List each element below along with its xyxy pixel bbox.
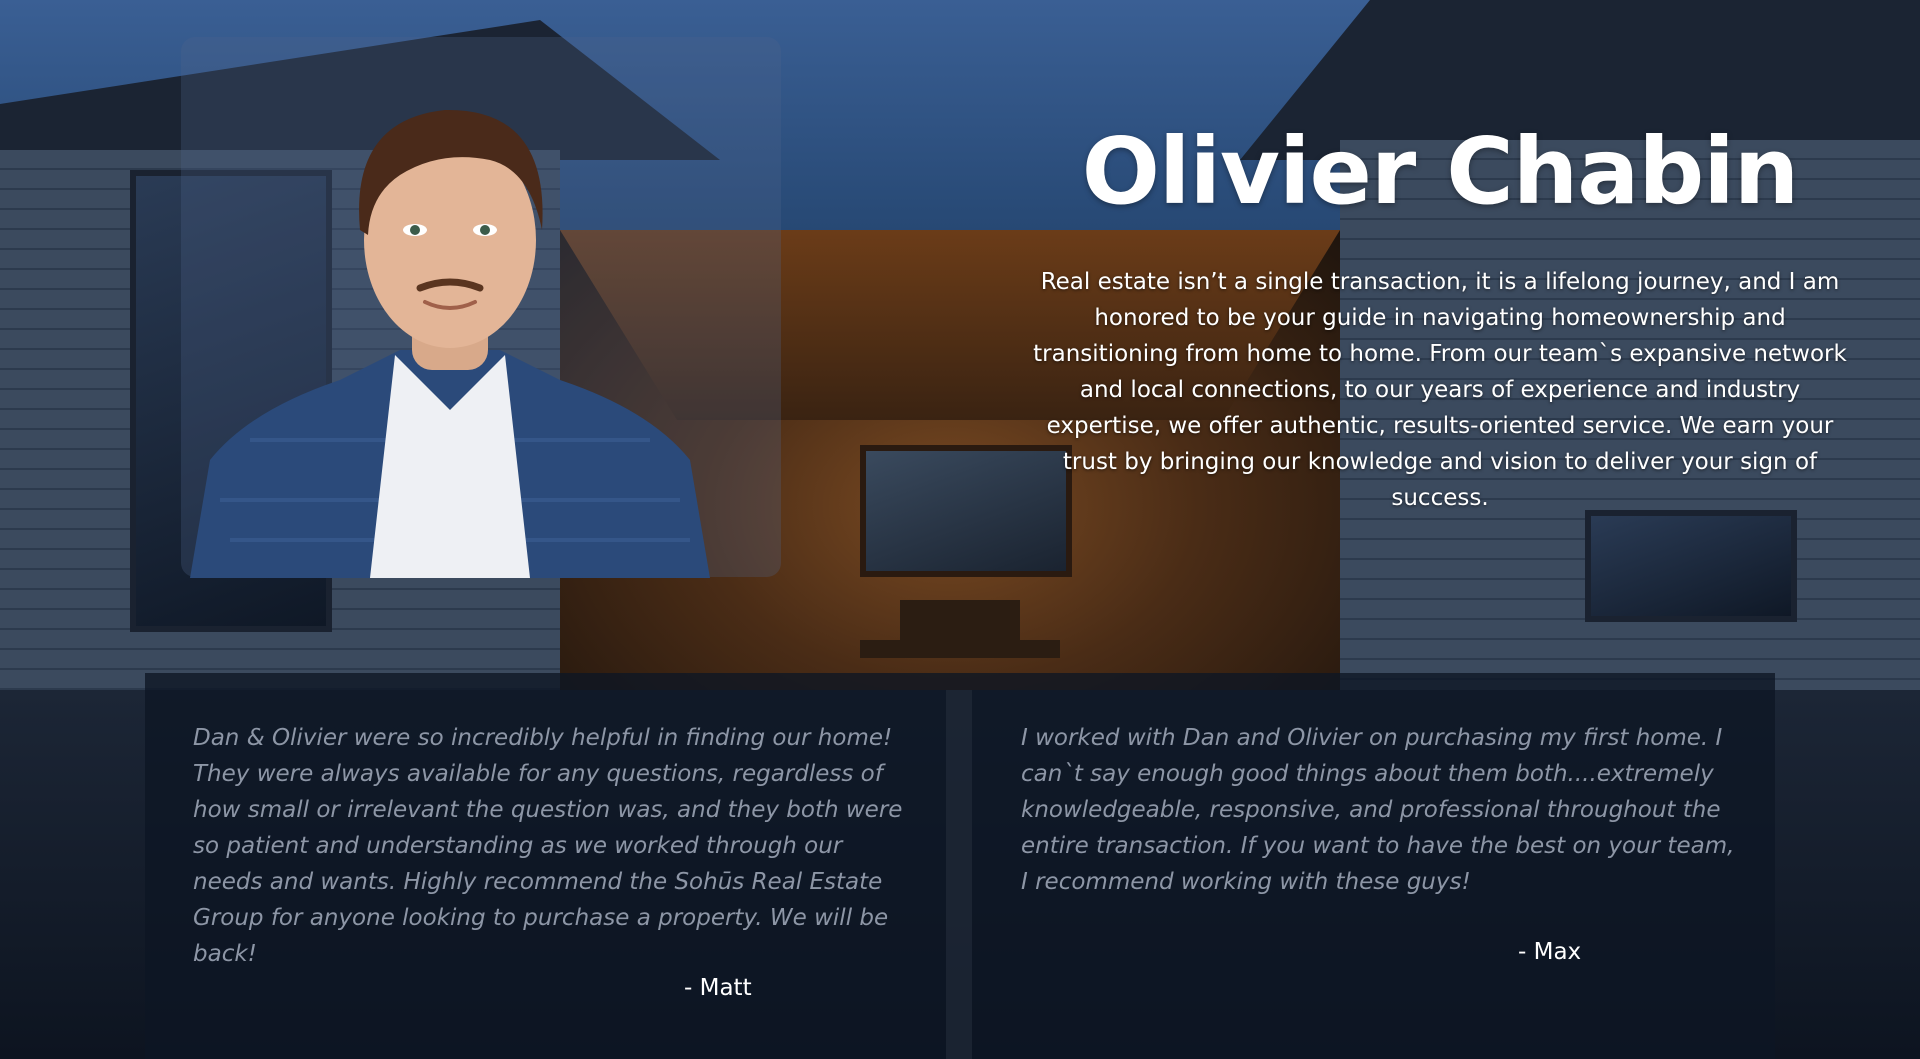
agent-name: Olivier Chabin xyxy=(1081,118,1800,225)
agent-portrait xyxy=(190,109,710,578)
agent-bio: Real estate isn’t a single transaction, … xyxy=(1033,269,1847,511)
testimonial-quote-matt: Dan & Olivier were so incredibly helpful… xyxy=(193,725,903,967)
testimonial-quote-max: I worked with Dan and Olivier on purchas… xyxy=(1021,725,1735,895)
testimonial-author-max: - Max xyxy=(1518,939,1582,965)
testimonial-author-matt: - Matt xyxy=(684,975,752,1001)
